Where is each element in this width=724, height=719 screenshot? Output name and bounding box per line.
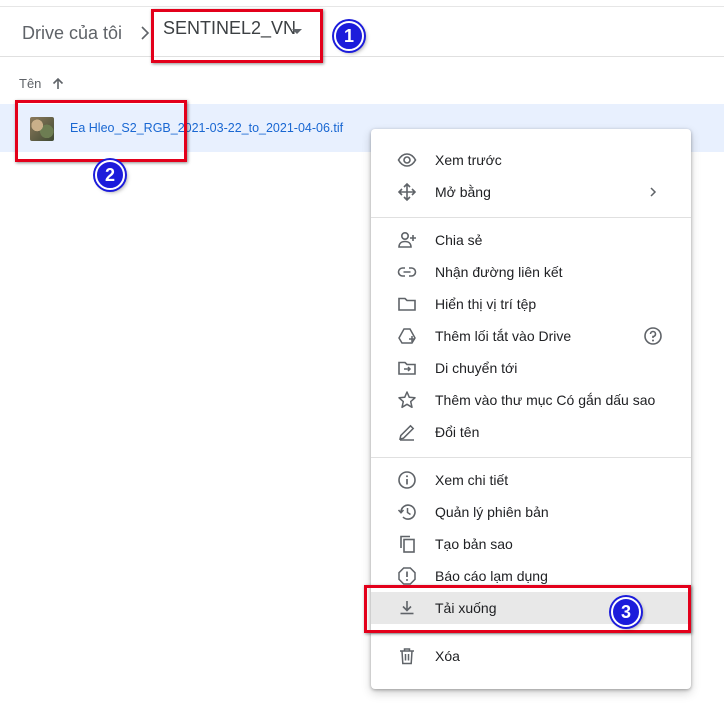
column-header-label: Tên <box>19 76 42 91</box>
chevron-right-icon <box>136 24 154 42</box>
arrow-up-icon[interactable] <box>51 77 65 91</box>
folder-icon <box>397 294 417 314</box>
menu-divider <box>371 457 691 458</box>
file-thumbnail <box>30 117 54 141</box>
menu-item-label: Xem chi tiết <box>435 472 509 488</box>
column-header-name[interactable]: Tên <box>19 76 65 91</box>
breadcrumb: Drive của tôi SENTINEL2_VN <box>22 18 302 48</box>
file-name[interactable]: Ea Hleo_S2_RGB_2021-03-22_to_2021-04-06.… <box>70 121 343 135</box>
menu-item-share[interactable]: Chia sẻ <box>371 224 691 256</box>
menu-divider <box>371 217 691 218</box>
breadcrumb-root[interactable]: Drive của tôi <box>22 23 122 44</box>
copy-icon <box>397 534 417 554</box>
menu-item-label: Thêm vào thư mục Có gắn dấu sao <box>435 392 656 408</box>
menu-item-label: Tải xuống <box>435 600 497 616</box>
header-divider <box>0 56 724 57</box>
menu-item-get-link[interactable]: Nhận đường liên kết <box>371 256 691 288</box>
help-icon[interactable] <box>643 326 663 346</box>
menu-item-label: Xóa <box>435 648 460 664</box>
chevron-right-icon <box>643 182 663 202</box>
report-icon <box>397 566 417 586</box>
star-icon <box>397 390 417 410</box>
menu-item-delete[interactable]: Xóa <box>371 640 691 672</box>
menu-item-open-with[interactable]: Mở bằng <box>371 176 691 208</box>
menu-item-label: Xem trước <box>435 152 502 168</box>
menu-item-preview[interactable]: Xem trước <box>371 144 691 176</box>
menu-item-label: Mở bằng <box>435 184 491 200</box>
eye-icon <box>397 150 417 170</box>
download-icon <box>397 598 417 618</box>
link-icon <box>397 262 417 282</box>
menu-item-label: Di chuyển tới <box>435 360 518 376</box>
breadcrumb-current-folder[interactable]: SENTINEL2_VN <box>163 18 296 39</box>
menu-item-add-starred[interactable]: Thêm vào thư mục Có gắn dấu sao <box>371 384 691 416</box>
menu-item-report-abuse[interactable]: Báo cáo lạm dụng <box>371 560 691 592</box>
person-add-icon <box>397 230 417 250</box>
menu-item-label: Hiển thị vị trí tệp <box>435 296 537 312</box>
menu-item-label: Thêm lối tắt vào Drive <box>435 328 572 344</box>
pencil-icon <box>397 422 417 442</box>
menu-item-download[interactable]: Tải xuống <box>371 592 691 624</box>
menu-item-move-to[interactable]: Di chuyển tới <box>371 352 691 384</box>
trash-icon <box>397 646 417 666</box>
menu-item-manage-versions[interactable]: Quản lý phiên bản <box>371 496 691 528</box>
move-to-folder-icon <box>397 358 417 378</box>
history-icon <box>397 502 417 522</box>
menu-item-label: Báo cáo lạm dụng <box>435 568 548 584</box>
menu-item-add-shortcut[interactable]: Thêm lối tắt vào Drive <box>371 320 691 352</box>
menu-item-make-copy[interactable]: Tạo bản sao <box>371 528 691 560</box>
annotation-marker-1: 1 <box>334 21 364 51</box>
add-shortcut-icon <box>397 326 417 346</box>
open-with-icon <box>397 182 417 202</box>
menu-divider <box>371 633 691 634</box>
info-icon <box>397 470 417 490</box>
menu-item-label: Tạo bản sao <box>435 536 513 552</box>
top-divider <box>0 0 724 7</box>
menu-item-rename[interactable]: Đổi tên <box>371 416 691 448</box>
menu-item-label: Chia sẻ <box>435 232 483 248</box>
menu-item-details[interactable]: Xem chi tiết <box>371 464 691 496</box>
menu-item-label: Nhận đường liên kết <box>435 264 563 280</box>
menu-item-label: Quản lý phiên bản <box>435 504 549 520</box>
caret-down-icon[interactable] <box>292 29 302 34</box>
menu-item-label: Đổi tên <box>435 424 480 440</box>
menu-item-show-location[interactable]: Hiển thị vị trí tệp <box>371 288 691 320</box>
annotation-marker-3: 3 <box>611 597 641 627</box>
context-menu: Xem trước Mở bằng Chia sẻ Nhận đường liê… <box>371 129 691 689</box>
annotation-marker-2: 2 <box>95 160 125 190</box>
